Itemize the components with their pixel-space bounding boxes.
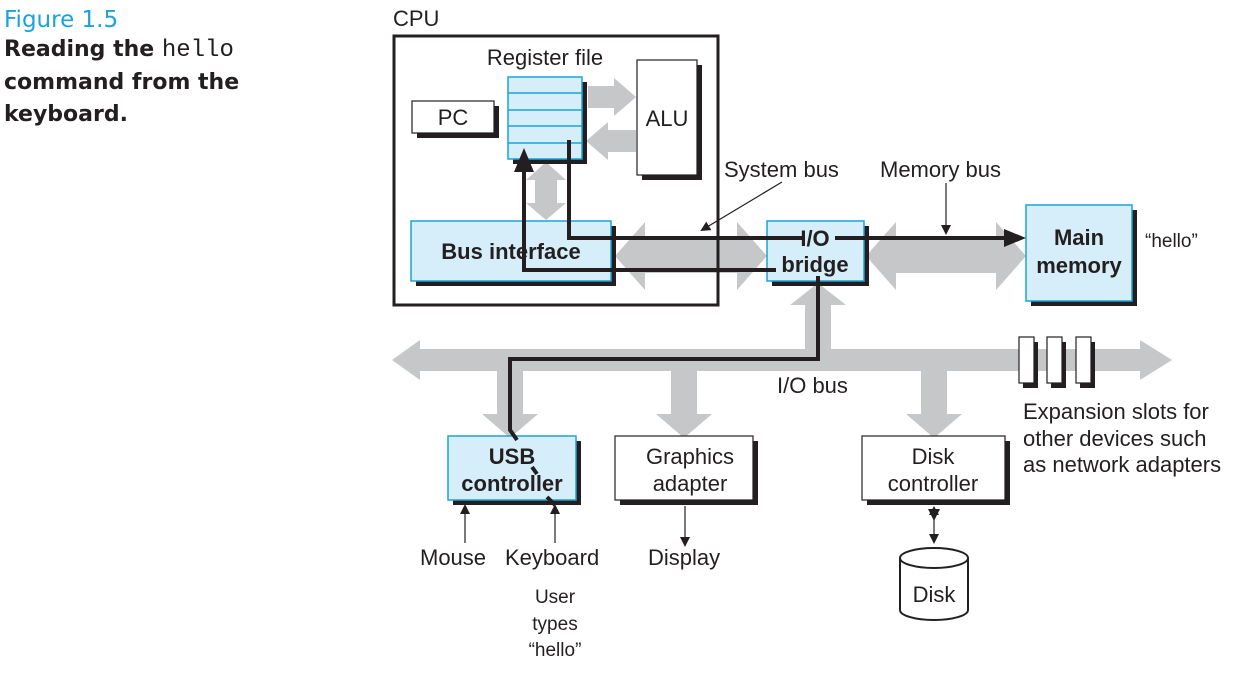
expansion-label-2: other devices such: [1023, 426, 1206, 451]
graphics-label-1: Graphics: [646, 444, 734, 469]
hardware-diagram: CPU Register file PC ALU Bus interface I…: [392, 6, 1221, 661]
display-label: Display: [648, 545, 720, 570]
usb-controller: USB controller: [447, 435, 581, 505]
user-types-label-3: “hello”: [529, 640, 582, 661]
cpu-label: CPU: [393, 6, 439, 31]
io-bridge-label-2: bridge: [781, 252, 848, 277]
graphics-adapter: Graphics adapter: [614, 435, 758, 505]
expansion-slots: [1018, 336, 1095, 388]
pc-register: PC: [411, 100, 499, 138]
usb-label-1: USB: [489, 444, 535, 469]
register-file-label: Register file: [487, 45, 603, 70]
main-memory-label-1: Main: [1054, 225, 1104, 250]
disk-controller-label-1: Disk: [912, 444, 956, 469]
expansion-label-1: Expansion slots for: [1023, 399, 1209, 424]
keyboard-label: Keyboard: [505, 545, 599, 570]
bus-interface: Bus interface: [410, 220, 616, 286]
memory-bus-label: Memory bus: [880, 157, 1001, 182]
mouse-label: Mouse: [420, 545, 486, 570]
graphics-label-2: adapter: [653, 471, 728, 496]
disk-cylinder: Disk: [899, 547, 969, 621]
io-bus-label: I/O bus: [777, 373, 848, 398]
user-types-label-1: User: [535, 587, 576, 608]
expansion-label-3: as network adapters: [1023, 452, 1221, 477]
main-memory: Main memory: [1025, 204, 1137, 306]
main-memory-label-2: memory: [1036, 253, 1122, 278]
disk-controller: Disk controller: [861, 435, 1010, 505]
system-bus-label: System bus: [724, 157, 839, 182]
user-types-label-2: types: [532, 614, 577, 635]
bus-interface-label: Bus interface: [441, 239, 580, 264]
disk-label: Disk: [913, 582, 957, 607]
alu-label: ALU: [646, 106, 689, 131]
memory-contents-label: “hello”: [1145, 231, 1198, 252]
usb-label-2: controller: [461, 471, 563, 496]
alu: ALU: [636, 59, 702, 180]
pc-label: PC: [438, 105, 469, 130]
disk-controller-label-2: controller: [888, 471, 978, 496]
disk-arrow-head-up: [929, 506, 939, 515]
register-file: [507, 76, 587, 164]
system-bus: [615, 222, 767, 290]
